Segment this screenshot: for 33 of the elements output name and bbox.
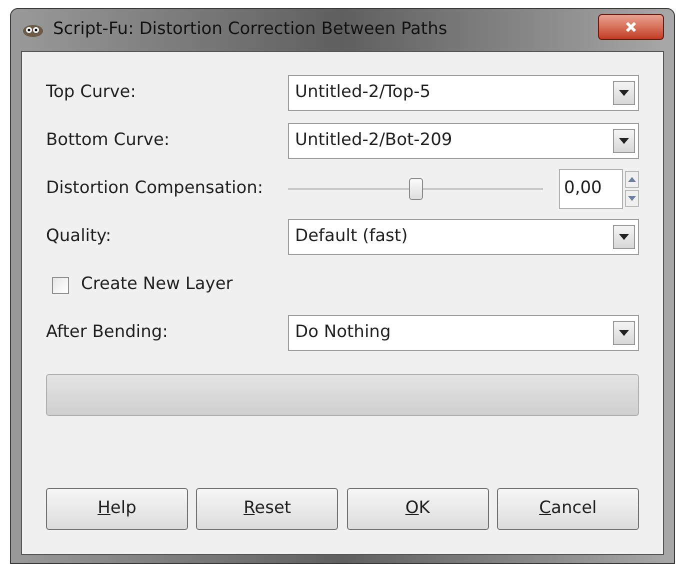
dropdown-arrow-button[interactable] [613, 321, 635, 345]
up-arrow-icon [628, 177, 636, 182]
spin-field[interactable]: 0,00 [559, 169, 623, 209]
dropdown[interactable]: Untitled-2/Bot-209 [288, 123, 639, 159]
field-label: After Bending: [46, 321, 169, 344]
checkbox[interactable] [52, 276, 69, 294]
window-title: Script-Fu: Distortion Correction Between Paths [53, 18, 448, 42]
field-label: Distortion Compensation: [46, 177, 264, 200]
down-arrow-icon [628, 196, 636, 201]
caret-icon [619, 330, 629, 336]
field-label: Bottom Curve: [46, 129, 171, 152]
dropdown[interactable]: Untitled-2/Top-5 [288, 75, 639, 111]
dropdown[interactable]: Do Nothing [288, 315, 639, 351]
dialog-button[interactable]: Help [46, 488, 188, 530]
spin-down-button[interactable] [625, 190, 639, 207]
slider-thumb[interactable] [408, 178, 422, 200]
close-icon [625, 21, 637, 33]
close-button[interactable] [598, 14, 664, 40]
caret-icon [619, 138, 629, 144]
spin-up-button[interactable] [625, 171, 639, 188]
dropdown[interactable]: Default (fast) [288, 219, 639, 255]
dropdown-arrow-button[interactable] [613, 129, 635, 153]
field-label: Quality: [46, 225, 112, 248]
dropdown-arrow-button[interactable] [613, 225, 635, 249]
dialog-button[interactable]: OK [346, 488, 489, 530]
dialog-button[interactable]: Reset [196, 488, 338, 530]
checkbox-label: Create New Layer [81, 273, 233, 296]
caret-icon [619, 90, 629, 96]
caret-icon [619, 234, 629, 240]
dropdown-arrow-button[interactable] [613, 81, 635, 105]
app-logo-icon [21, 22, 45, 38]
field-label: Top Curve: [46, 81, 137, 104]
dialog-button[interactable]: Cancel [496, 488, 639, 530]
